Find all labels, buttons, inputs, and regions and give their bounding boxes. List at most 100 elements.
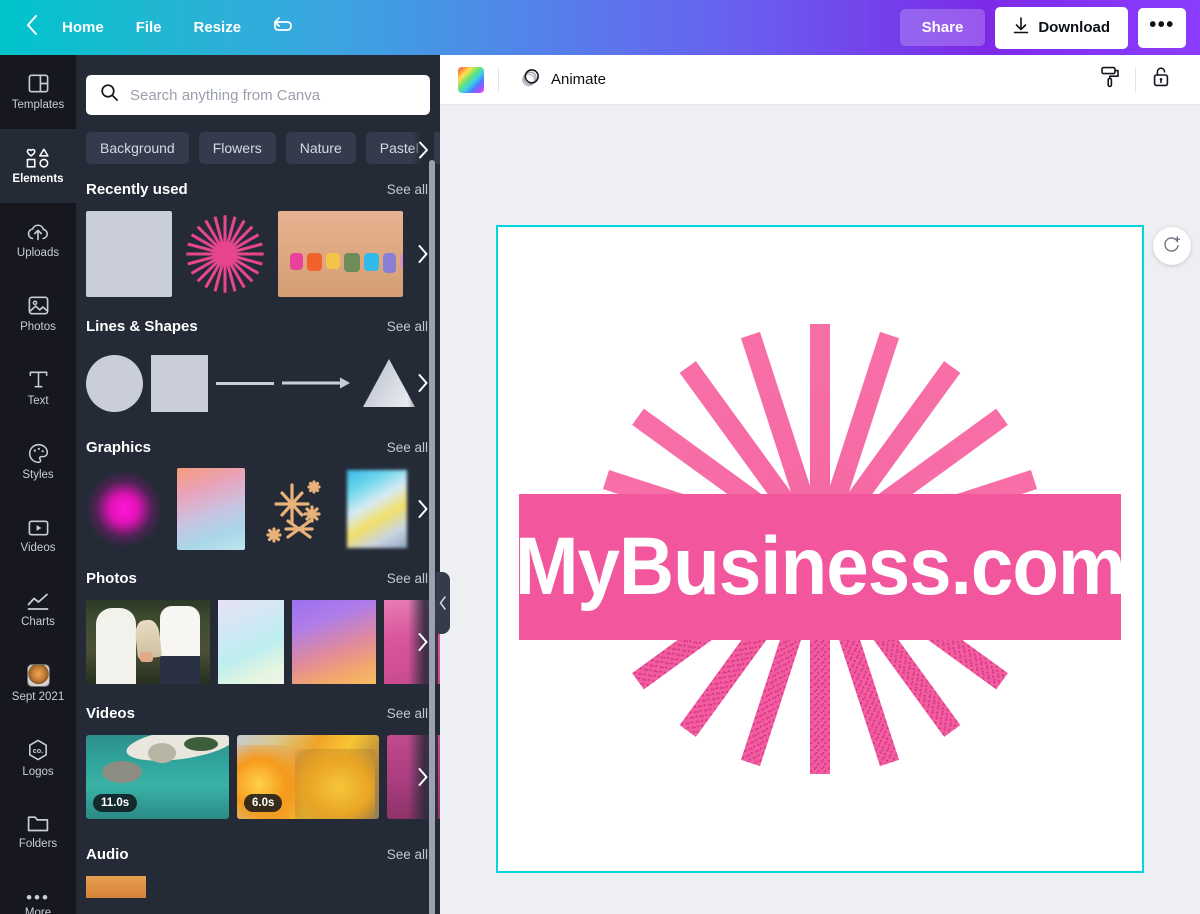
- animate-circles-icon: [519, 67, 541, 93]
- shape-arrow[interactable]: [282, 355, 352, 412]
- design-page[interactable]: MyBusiness.com: [496, 225, 1144, 873]
- canvas-toolbar-right: [1089, 61, 1182, 99]
- sidebar-item-elements[interactable]: Elements: [0, 129, 76, 203]
- audio-thumbnail[interactable]: [86, 876, 146, 898]
- sidebar-item-charts[interactable]: Charts: [0, 573, 76, 647]
- left-rail: Templates Elements Uploads Photos Text S…: [0, 55, 76, 914]
- sidebar-item-text[interactable]: Text: [0, 351, 76, 425]
- home-menu-item[interactable]: Home: [46, 11, 120, 44]
- section-title: Graphics: [86, 439, 152, 456]
- sidebar-item-styles[interactable]: Styles: [0, 425, 76, 499]
- paint-roller-button[interactable]: [1089, 61, 1131, 99]
- lock-button[interactable]: [1140, 61, 1182, 99]
- canvas-toolbar: Animate: [440, 55, 1200, 105]
- animate-button[interactable]: Animate: [513, 61, 612, 99]
- sidebar-item-logos[interactable]: co. Logos: [0, 721, 76, 795]
- search-box[interactable]: [86, 75, 430, 115]
- sidebar-item-label: Uploads: [16, 246, 60, 259]
- section-title: Videos: [86, 705, 135, 722]
- sidebar-item-label: Styles: [22, 469, 54, 482]
- sidebar-item-label: Charts: [21, 615, 55, 628]
- sidebar-item-photos[interactable]: Photos: [0, 277, 76, 351]
- add-page-button[interactable]: [1153, 227, 1191, 265]
- see-all-link[interactable]: See all: [387, 847, 428, 862]
- section-header-photos: Photos See all: [76, 553, 440, 596]
- sidebar-item-label: Folders: [18, 838, 58, 851]
- photo-thumbnail[interactable]: [86, 600, 210, 684]
- element-thumbnail[interactable]: [182, 211, 268, 297]
- text-t-icon: [27, 368, 50, 391]
- graphic-thumbnail[interactable]: [347, 470, 407, 548]
- row-recently-used: [76, 207, 440, 301]
- see-all-link[interactable]: See all: [387, 440, 428, 455]
- templates-icon: [27, 72, 50, 95]
- sidebar-item-label: Elements: [12, 172, 64, 185]
- shape-line[interactable]: [216, 355, 274, 412]
- folders-icon: [26, 813, 50, 834]
- sidebar-item-templates[interactable]: Templates: [0, 55, 76, 129]
- chip-nature[interactable]: Nature: [285, 132, 356, 164]
- sidebar-item-videos[interactable]: Videos: [0, 499, 76, 573]
- see-all-link[interactable]: See all: [387, 182, 428, 197]
- see-all-link[interactable]: See all: [387, 319, 428, 334]
- row-graphics: [76, 465, 440, 553]
- file-menu-item[interactable]: File: [120, 11, 178, 44]
- row-photos: [76, 596, 440, 688]
- more-options-button[interactable]: •••: [1138, 7, 1186, 48]
- chip-flowers[interactable]: Flowers: [198, 132, 276, 164]
- sidebar-item-uploads[interactable]: Uploads: [0, 203, 76, 277]
- elements-panel: Background Flowers Nature Pastel b Recen…: [76, 55, 440, 914]
- panel-collapse-handle[interactable]: [436, 572, 450, 634]
- section-header-lines-shapes: Lines & Shapes See all: [76, 301, 440, 344]
- color-swatch[interactable]: [458, 66, 484, 93]
- chip-background[interactable]: Background: [86, 132, 189, 164]
- graphic-thumbnail[interactable]: [177, 468, 245, 550]
- video-thumbnail[interactable]: 6.0s: [237, 735, 379, 819]
- elements-icon: [26, 147, 51, 169]
- unlock-padlock-icon: [1151, 65, 1171, 94]
- element-thumbnail[interactable]: [86, 211, 172, 297]
- see-all-link[interactable]: See all: [387, 706, 428, 721]
- sidebar-item-more[interactable]: ••• More: [0, 869, 76, 914]
- undo-button[interactable]: [257, 9, 307, 46]
- sidebar-item-sept-2021[interactable]: Sept 2021: [0, 647, 76, 721]
- canva-editor-window: Home File Resize Share Download ••• Temp…: [0, 0, 1200, 914]
- logos-hexagon-co-icon: co.: [26, 738, 50, 762]
- video-thumbnail[interactable]: 11.0s: [86, 735, 229, 819]
- share-button[interactable]: Share: [899, 9, 986, 46]
- toolbar-divider: [498, 67, 499, 92]
- search-icon: [100, 83, 119, 107]
- sidebar-item-folders[interactable]: Folders: [0, 795, 76, 869]
- section-header-graphics: Graphics See all: [76, 422, 440, 465]
- section-title: Photos: [86, 570, 137, 587]
- photos-image-icon: [27, 294, 50, 317]
- paint-roller-icon: [1099, 65, 1121, 94]
- section-header-videos: Videos See all: [76, 688, 440, 731]
- photo-thumbnail[interactable]: [218, 600, 284, 684]
- shape-circle[interactable]: [86, 354, 143, 412]
- section-title: Lines & Shapes: [86, 318, 198, 335]
- chevron-left-icon: [25, 14, 39, 41]
- top-toolbar: Home File Resize Share Download •••: [0, 0, 1200, 55]
- shape-square[interactable]: [151, 354, 208, 412]
- row-videos: 11.0s 6.0s: [76, 731, 440, 823]
- see-all-link[interactable]: See all: [387, 571, 428, 586]
- graphic-thumbnail[interactable]: [260, 471, 332, 547]
- download-button[interactable]: Download: [995, 6, 1128, 49]
- download-label: Download: [1038, 19, 1110, 36]
- photo-thumbnail[interactable]: [292, 600, 376, 684]
- section-title: Recently used: [86, 181, 188, 198]
- videos-play-icon: [27, 518, 50, 538]
- sidebar-item-label: Templates: [11, 99, 65, 112]
- video-duration-badge: 6.0s: [244, 794, 283, 812]
- section-title: Audio: [86, 846, 129, 863]
- graphic-thumbnail[interactable]: [86, 471, 162, 547]
- panel-scrollbar[interactable]: [429, 160, 435, 914]
- toolbar-divider: [1135, 67, 1136, 92]
- business-name-banner[interactable]: MyBusiness.com: [515, 494, 1126, 640]
- search-input[interactable]: [130, 86, 416, 104]
- back-button[interactable]: [18, 10, 46, 46]
- undo-arrow-icon: [271, 15, 293, 40]
- resize-menu-item[interactable]: Resize: [178, 11, 258, 44]
- element-thumbnail[interactable]: [278, 211, 403, 297]
